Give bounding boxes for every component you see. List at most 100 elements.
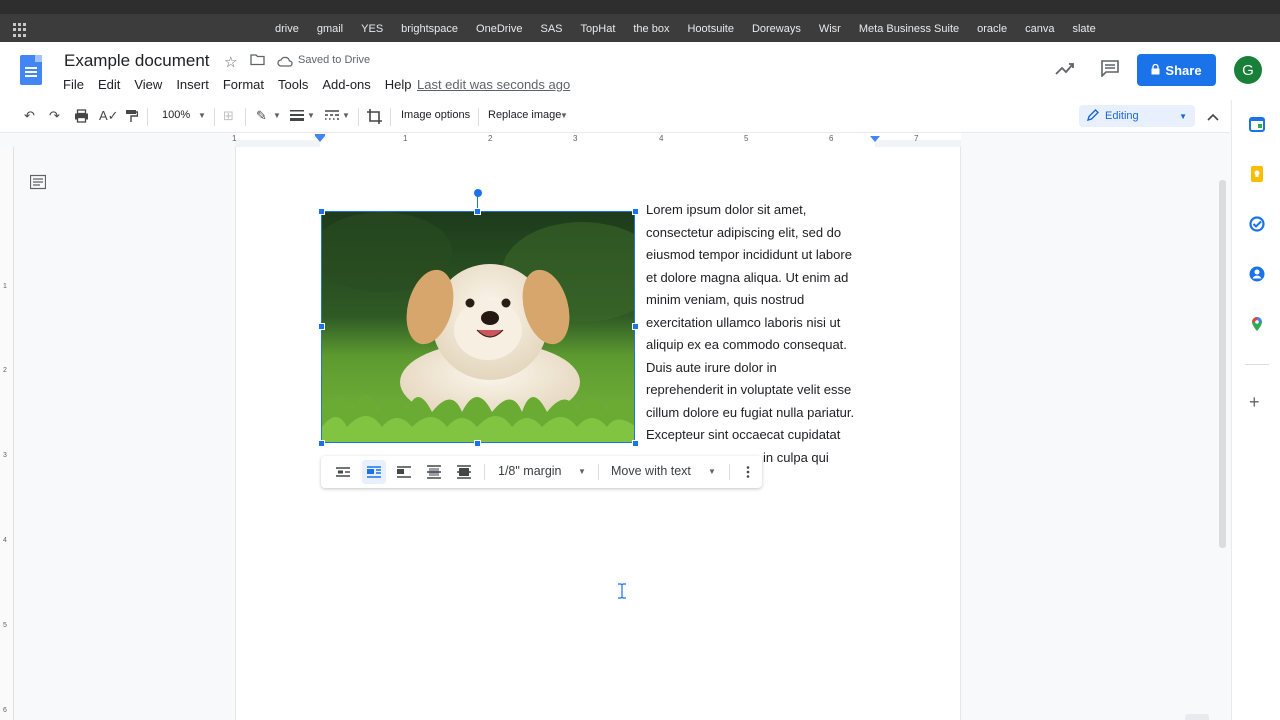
editing-mode-label: Editing	[1105, 110, 1139, 122]
zoom-chevron-down-icon[interactable]: ▼	[198, 111, 206, 120]
menu-format[interactable]: Format	[223, 77, 264, 92]
bookmark-slate[interactable]: slate	[1063, 23, 1104, 36]
rotate-handle[interactable]	[474, 189, 482, 197]
hide-menus-chevron-up-icon[interactable]	[1207, 109, 1219, 125]
tasks-icon[interactable]	[1249, 216, 1265, 232]
text-line: minim veniam, quis nostrud	[646, 292, 805, 307]
vruler-number: 3	[3, 452, 7, 459]
editing-chevron-down-icon: ▼	[1179, 111, 1187, 121]
bookmark-canva[interactable]: canva	[1016, 23, 1063, 36]
resize-handle-bottom-left[interactable]	[318, 440, 325, 447]
zoom-select[interactable]: 100%	[162, 109, 190, 121]
bookmark-oracle[interactable]: oracle	[968, 23, 1016, 36]
border-dash-icon[interactable]	[325, 109, 339, 125]
border-weight-chevron-icon[interactable]: ▼	[307, 111, 315, 120]
menu-add-ons[interactable]: Add-ons	[322, 77, 370, 92]
resize-handle-top[interactable]	[474, 208, 481, 215]
bookmark-tophat[interactable]: TopHat	[572, 23, 625, 36]
body-paragraph[interactable]: Lorem ipsum dolor sit amet, consectetur …	[646, 199, 886, 469]
account-avatar[interactable]: G	[1234, 56, 1262, 84]
first-line-indent-marker[interactable]	[315, 134, 325, 136]
resize-handle-top-left[interactable]	[318, 208, 325, 215]
horizontal-ruler: 1 1 2 3 4 5 6 7	[0, 133, 1230, 147]
replace-image-button[interactable]: Replace image	[488, 109, 561, 121]
activity-trend-icon[interactable]	[1055, 60, 1075, 81]
keep-icon[interactable]	[1249, 166, 1265, 182]
margin-select[interactable]: 1/8" margin	[498, 464, 562, 478]
crop-icon[interactable]	[367, 109, 382, 128]
menu-file[interactable]: File	[63, 77, 84, 92]
bookmark-doreways[interactable]: Doreways	[743, 23, 810, 36]
move-folder-icon[interactable]	[250, 53, 265, 70]
behind-text-icon[interactable]	[426, 464, 442, 480]
resize-handle-bottom-right[interactable]	[632, 440, 639, 447]
ruler-number: 2	[488, 134, 493, 143]
contacts-icon[interactable]	[1249, 266, 1265, 282]
bookmark-wisr[interactable]: Wisr	[810, 23, 850, 36]
bookmark-the-box[interactable]: the box	[624, 23, 678, 36]
bookmark-sas[interactable]: SAS	[532, 23, 572, 36]
explore-button-edge[interactable]	[1185, 714, 1209, 720]
resize-handle-top-right[interactable]	[632, 208, 639, 215]
comments-icon[interactable]	[1100, 59, 1120, 82]
add-addon-plus-icon[interactable]: +	[1249, 393, 1265, 411]
menu-view[interactable]: View	[134, 77, 162, 92]
share-button[interactable]: Share	[1137, 54, 1216, 86]
break-text-icon[interactable]	[396, 464, 412, 480]
docs-logo-icon[interactable]	[20, 55, 42, 85]
border-color-icon[interactable]: ✎	[256, 108, 267, 124]
puppy-image[interactable]	[321, 211, 635, 443]
document-outline-icon[interactable]	[29, 174, 47, 190]
last-edit-link[interactable]: Last edit was seconds ago	[417, 77, 570, 92]
more-options-icon[interactable]	[740, 464, 756, 480]
spellcheck-icon[interactable]: A✓	[99, 108, 119, 124]
bookmark-meta-business-suite[interactable]: Meta Business Suite	[850, 23, 968, 36]
position-chevron-down-icon[interactable]: ▼	[708, 467, 716, 476]
text-line: aliquip ex ea commodo consequat.	[646, 337, 847, 352]
vruler-number: 2	[3, 367, 7, 374]
star-icon[interactable]: ☆	[224, 53, 237, 71]
resize-handle-right[interactable]	[632, 323, 639, 330]
border-color-chevron-icon[interactable]: ▼	[273, 111, 281, 120]
image-options-button[interactable]: Image options	[401, 109, 470, 121]
replace-image-chevron-icon[interactable]: ▼	[560, 111, 568, 120]
bookmark-gmail[interactable]: gmail	[308, 23, 352, 36]
margin-chevron-down-icon[interactable]: ▼	[578, 467, 586, 476]
right-indent-marker[interactable]	[870, 136, 880, 142]
bookmark-yes[interactable]: YES	[352, 23, 392, 36]
browser-top-strip	[0, 0, 1280, 14]
ruler-left-margin	[235, 140, 320, 147]
paint-format-icon[interactable]	[125, 109, 139, 127]
apps-grid-icon[interactable]	[13, 23, 27, 37]
resize-handle-bottom[interactable]	[474, 440, 481, 447]
bookmark-hootsuite[interactable]: Hootsuite	[678, 23, 742, 36]
left-indent-marker[interactable]	[315, 136, 325, 142]
redo-icon[interactable]: ↷	[49, 108, 60, 124]
print-icon[interactable]	[74, 109, 89, 127]
editing-toolbar: ↶ ↷ A✓ 100% ▼ ⊞ ✎ ▼ ▼ ▼ Image options Re…	[0, 100, 1230, 133]
vertical-scrollbar[interactable]	[1219, 180, 1226, 548]
menu-help[interactable]: Help	[385, 77, 412, 92]
wrap-text-icon[interactable]	[366, 464, 382, 480]
cloud-saved-icon[interactable]	[277, 54, 293, 71]
resize-handle-left[interactable]	[318, 323, 325, 330]
ruler-number: 5	[744, 134, 749, 143]
calendar-icon[interactable]	[1249, 116, 1265, 132]
document-title[interactable]: Example document	[64, 51, 210, 71]
lock-icon	[1151, 63, 1160, 78]
position-select[interactable]: Move with text	[611, 464, 691, 478]
bookmark-onedrive[interactable]: OneDrive	[467, 23, 531, 36]
in-front-of-text-icon[interactable]	[456, 464, 472, 480]
ruler-page-area: 1 1 2 3 4 5 6 7	[232, 133, 961, 147]
editing-mode-select[interactable]: Editing ▼	[1079, 105, 1195, 127]
menu-insert[interactable]: Insert	[176, 77, 209, 92]
bookmark-drive[interactable]: drive	[266, 23, 308, 36]
maps-icon[interactable]	[1249, 316, 1265, 332]
menu-edit[interactable]: Edit	[98, 77, 120, 92]
border-dash-chevron-icon[interactable]: ▼	[342, 111, 350, 120]
undo-icon[interactable]: ↶	[24, 108, 35, 124]
bookmark-brightspace[interactable]: brightspace	[392, 23, 467, 36]
menu-tools[interactable]: Tools	[278, 77, 308, 92]
border-weight-icon[interactable]	[290, 109, 304, 125]
inline-wrap-icon[interactable]	[335, 464, 351, 480]
